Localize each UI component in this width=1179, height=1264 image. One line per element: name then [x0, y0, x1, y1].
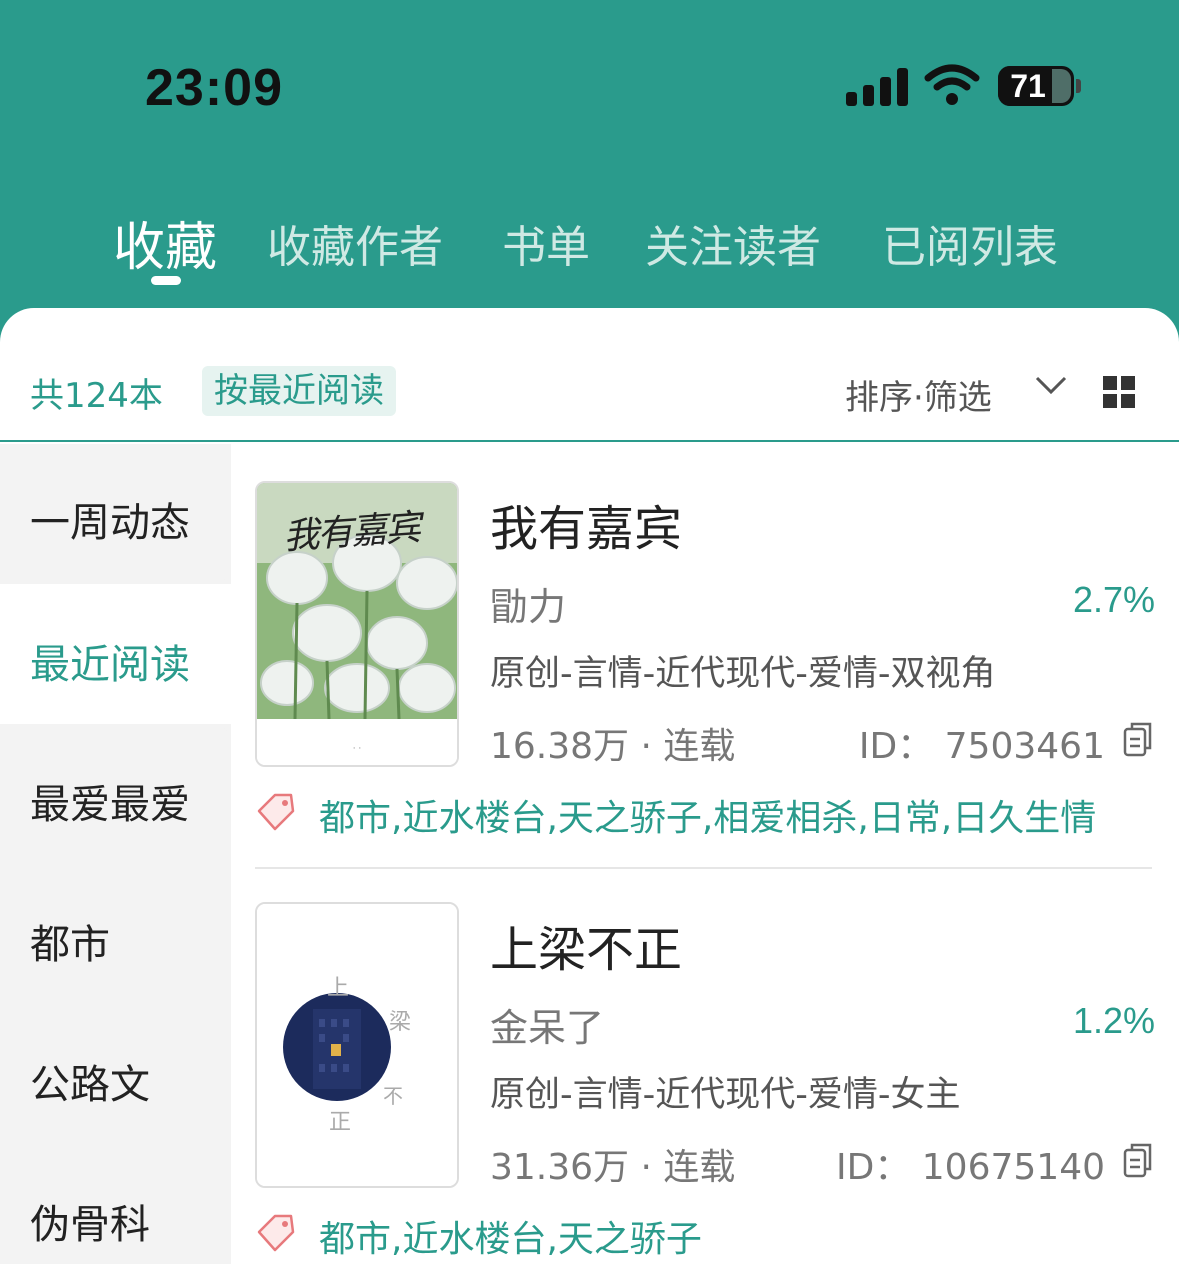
book-word-count: 16.38万 · 连载	[490, 726, 736, 767]
divider	[255, 867, 1152, 869]
cover-title-script: 我有嘉宾	[281, 507, 421, 558]
sidebar-item-label: 公路文	[30, 1062, 150, 1108]
cover-char: 不	[383, 1084, 403, 1108]
sort-chip[interactable]: 按最近阅读	[202, 366, 396, 416]
svg-text:· ·: · ·	[353, 744, 362, 754]
cover-char: 上	[327, 976, 350, 1001]
status-bar: 23:09 71	[0, 0, 1179, 170]
status-time: 23:09	[145, 59, 283, 117]
book-item[interactable]: · · 我有嘉宾 我有嘉宾 勖力 2.7% 原创-言情-近代现代-爱情-双视角 …	[255, 481, 1155, 901]
book-title[interactable]: 我有嘉宾	[490, 489, 682, 559]
cover-night-building-image	[257, 904, 457, 1186]
category-sidebar: 一周动态 最近阅读 最爱最爱 都市 公路文 伪骨科	[0, 444, 231, 1264]
tab-read-list[interactable]: 已阅列表	[882, 211, 1058, 275]
tab-favorites[interactable]: 收藏	[113, 205, 217, 280]
tab-favorite-authors[interactable]: 收藏作者	[267, 211, 443, 275]
copy-icon[interactable]	[1123, 721, 1153, 757]
cover-char: 梁	[389, 1010, 412, 1035]
read-progress: 1.2%	[1072, 1000, 1155, 1041]
book-cover[interactable]: 上 梁 不 正	[255, 902, 459, 1188]
tab-followed-readers[interactable]: 关注读者	[645, 211, 821, 275]
sidebar-item-recent[interactable]: 最近阅读	[0, 584, 231, 724]
list-toolbar: 共124本 按最近阅读 排序·筛选	[0, 308, 1179, 442]
book-title[interactable]: 上梁不正	[490, 910, 682, 980]
sidebar-item-label: 最近阅读	[30, 642, 190, 688]
sidebar-item-label: 最爱最爱	[30, 782, 190, 828]
book-genre: 原创-言情-近代现代-爱情-双视角	[490, 654, 996, 694]
content-sheet: 共124本 按最近阅读 排序·筛选 一周动态 最近阅读 最爱最爱 都市 公路文 …	[0, 308, 1179, 1264]
sidebar-item-urban[interactable]: 都市	[0, 864, 231, 1004]
wifi-icon	[924, 64, 980, 105]
sidebar-item-label: 伪骨科	[30, 1202, 150, 1248]
book-id: ID： 7503461	[858, 726, 1105, 767]
grid-view-icon[interactable]	[1103, 376, 1135, 408]
book-author[interactable]: 金呆了	[490, 997, 604, 1052]
book-genre: 原创-言情-近代现代-爱情-女主	[490, 1075, 961, 1115]
tag-list[interactable]: 都市,近水楼台,天之骄子	[319, 1210, 702, 1262]
tag-icon	[257, 793, 295, 831]
book-tags: 都市,近水楼台,天之骄子,相爱相杀,日常,日久生情	[255, 787, 1155, 839]
book-item[interactable]: 上 梁 不 正 上梁不正 金呆了 1.2% 原创-言情-近代现代-爱情-女主 3…	[255, 902, 1155, 1264]
sidebar-item-pseudo-sibling[interactable]: 伪骨科	[0, 1144, 231, 1264]
read-progress: 2.7%	[1072, 579, 1155, 620]
book-tags: 都市,近水楼台,天之骄子	[255, 1208, 1155, 1260]
book-count: 共124本	[30, 376, 163, 416]
tag-icon	[257, 1214, 295, 1252]
sidebar-item-weekly[interactable]: 一周动态	[0, 444, 231, 584]
book-id: ID： 10675140	[835, 1147, 1105, 1188]
signal-icon	[846, 68, 908, 106]
chevron-down-icon[interactable]	[1034, 374, 1068, 398]
copy-icon[interactable]	[1123, 1142, 1153, 1178]
battery-icon: 71	[998, 66, 1074, 106]
sidebar-item-favorites[interactable]: 最爱最爱	[0, 724, 231, 864]
book-author[interactable]: 勖力	[490, 576, 566, 631]
book-cover[interactable]: · · 我有嘉宾	[255, 481, 459, 767]
battery-tip	[1076, 79, 1081, 93]
sidebar-item-label: 都市	[30, 922, 110, 968]
tag-list[interactable]: 都市,近水楼台,天之骄子,相爱相杀,日常,日久生情	[319, 789, 1096, 841]
sort-filter-button[interactable]: 排序·筛选	[845, 370, 992, 419]
book-word-count: 31.36万 · 连载	[490, 1147, 736, 1188]
battery-level: 71	[1010, 68, 1046, 104]
tab-booklists[interactable]: 书单	[502, 211, 590, 275]
sidebar-item-label: 一周动态	[30, 500, 190, 546]
cover-char: 正	[329, 1110, 352, 1135]
active-tab-indicator	[151, 276, 181, 285]
sidebar-item-roadtrip[interactable]: 公路文	[0, 1004, 231, 1144]
